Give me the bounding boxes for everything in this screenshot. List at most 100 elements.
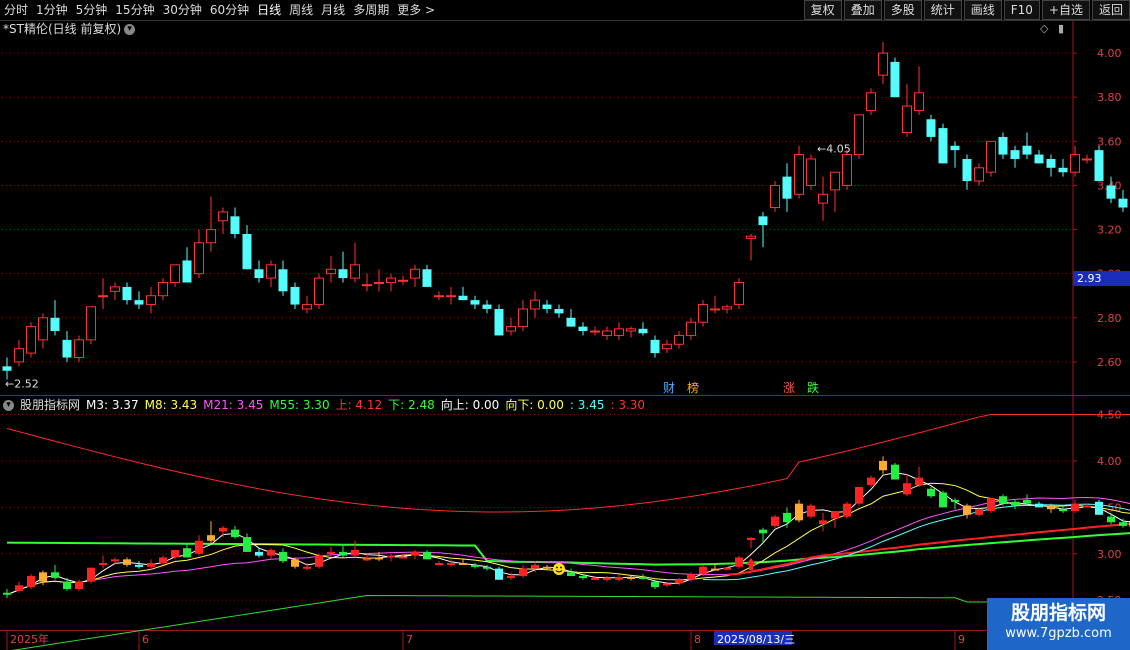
mini-candle-body	[843, 503, 851, 517]
mini-candle-body	[915, 477, 923, 486]
candle-body	[182, 260, 192, 283]
smile-icon	[556, 566, 558, 569]
mini-candle-body	[783, 512, 791, 523]
tab-period-8[interactable]: 月线	[317, 0, 349, 20]
toolbar-button-7[interactable]: 返回	[1091, 0, 1130, 20]
arrow-up-icon	[746, 558, 756, 570]
candle-body	[350, 264, 360, 279]
chevron-down-icon[interactable]: ▾	[3, 400, 14, 411]
candle-body	[758, 216, 768, 226]
candle-body	[326, 268, 336, 275]
watermark-title: 股朋指标网	[1010, 602, 1106, 624]
candle-body	[782, 176, 792, 199]
diamond-icon[interactable]: ◇	[1040, 22, 1048, 35]
panel-icon[interactable]: ▮	[1058, 22, 1064, 35]
candle-body	[398, 279, 408, 282]
candle-body	[206, 229, 216, 244]
mini-candle-body	[459, 563, 467, 566]
mini-candle-body	[999, 496, 1007, 504]
candle-body	[494, 308, 504, 336]
mini-candle-body	[699, 566, 707, 575]
kline-chart[interactable]: 2.602.803.003.203.403.603.804.002.503.00…	[0, 0, 1130, 650]
mini-candle-body	[351, 550, 359, 556]
candle-body	[1022, 145, 1032, 155]
indicator-name: 股朋指标网	[20, 398, 81, 412]
candle-body	[74, 339, 84, 358]
candle-body	[1106, 185, 1116, 199]
mini-candle-body	[243, 537, 251, 552]
candle-body	[158, 282, 168, 297]
indicator-value-9: : 3.30	[610, 398, 646, 412]
mini-candle-body	[1071, 503, 1079, 512]
tab-period-2[interactable]: 5分钟	[72, 0, 112, 20]
mini-candle-body	[903, 483, 911, 495]
tab-period-3[interactable]: 15分钟	[111, 0, 158, 20]
stock-title-text: *ST精伦(日线 前复权)	[3, 22, 122, 36]
mini-candle-body	[111, 559, 119, 562]
mini-candle-body	[987, 498, 995, 512]
toolbar-button-4[interactable]: 画线	[963, 0, 1002, 20]
candle-body	[614, 328, 624, 336]
mini-candle-body	[315, 555, 323, 567]
toolbar-button-2[interactable]: 多股	[883, 0, 922, 20]
event-marker: 跌	[807, 380, 819, 395]
event-marker: 涨	[783, 380, 795, 395]
tab-period-10[interactable]: 更多 >	[393, 0, 439, 20]
mini-candle-body	[411, 551, 419, 556]
mini-candle-body	[423, 551, 431, 560]
mini-candle-body	[675, 579, 683, 584]
mini-candle-body	[267, 550, 275, 556]
candle-body	[50, 317, 60, 332]
candle-body	[230, 216, 240, 234]
candle-body	[518, 308, 528, 328]
toolbar-button-5[interactable]: F10	[1003, 0, 1040, 20]
mini-candle-body	[879, 460, 887, 471]
mini-candle-body	[735, 557, 743, 567]
mini-candle-body	[567, 572, 575, 577]
tab-period-5[interactable]: 60分钟	[206, 0, 253, 20]
candle-body	[482, 304, 492, 309]
candle-body	[38, 317, 48, 341]
candle-body	[794, 154, 804, 195]
candle-body	[362, 284, 372, 287]
mini-candle-body	[687, 574, 695, 580]
candle-body	[866, 92, 876, 111]
toolbar-button-6[interactable]: +自选	[1041, 0, 1090, 20]
toolbar-button-0[interactable]: 复权	[803, 0, 842, 20]
tab-period-4[interactable]: 30分钟	[159, 0, 206, 20]
candle-body	[2, 366, 12, 371]
candle-body	[470, 300, 480, 305]
tab-period-6[interactable]: 日线	[253, 0, 285, 20]
candle-body	[554, 308, 564, 314]
mini-candle-body	[531, 564, 539, 569]
candle-body	[806, 158, 816, 186]
toolbar-button-3[interactable]: 统计	[923, 0, 962, 20]
candle-body	[446, 295, 456, 298]
tab-period-9[interactable]: 多周期	[349, 0, 393, 20]
candle-body	[170, 264, 180, 283]
candle-body	[1094, 150, 1104, 182]
candle-body	[662, 343, 672, 350]
smile-icon	[553, 563, 565, 575]
mini-candle-body	[1011, 501, 1019, 506]
candle-body	[374, 282, 384, 284]
mini-candle-body	[51, 572, 59, 578]
candle-body	[338, 269, 348, 279]
stock-title[interactable]: *ST精伦(日线 前复权) ▾	[3, 21, 136, 37]
mini-candle-body	[15, 585, 23, 591]
tab-period-7[interactable]: 周线	[285, 0, 317, 20]
candle-body	[590, 330, 600, 333]
toolbar-button-1[interactable]: 叠加	[843, 0, 882, 20]
chevron-down-icon[interactable]: ▾	[124, 24, 136, 35]
mini-candle-body	[363, 558, 371, 561]
mini-candle-body	[447, 563, 455, 566]
candle-body	[14, 348, 24, 363]
tab-period-1[interactable]: 1分钟	[32, 0, 72, 20]
y-tick-label: 2.60	[1097, 356, 1122, 369]
candle-body	[566, 317, 576, 327]
mini-candle-body	[339, 551, 347, 556]
tab-period-0[interactable]: 分时	[0, 0, 32, 20]
mini-candle-body	[471, 564, 479, 567]
candle-body	[98, 295, 108, 298]
candle-body	[830, 171, 840, 191]
